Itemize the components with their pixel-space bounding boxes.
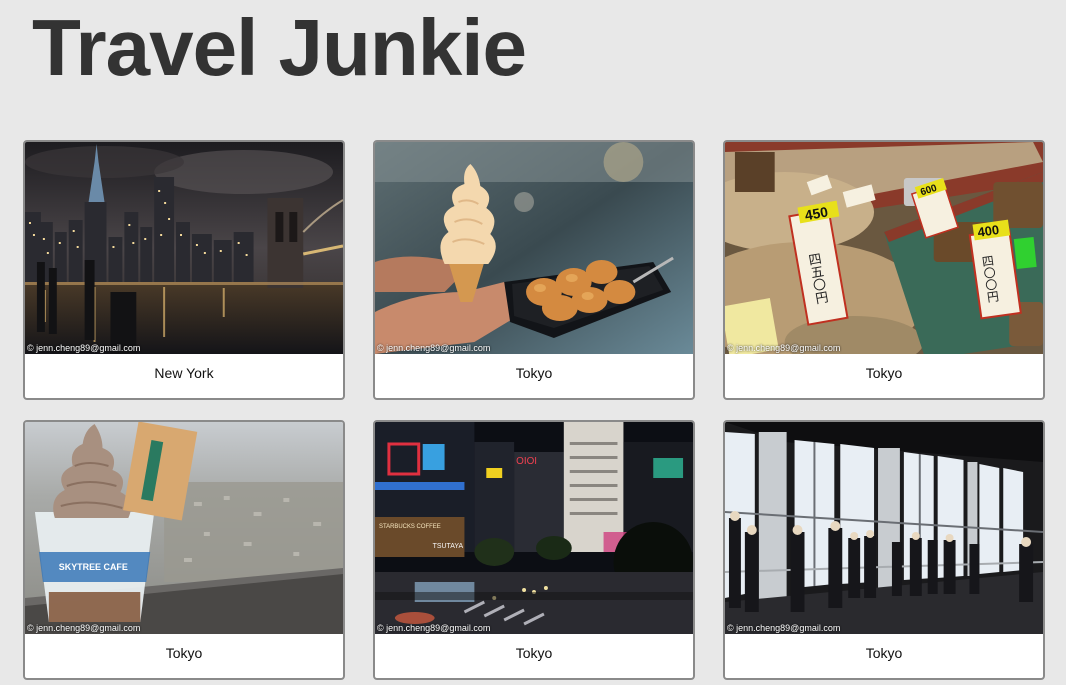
gallery-card-tokyo-market[interactable]: 450 四五〇円 600 400 四〇〇円 © jenn.cheng89@gma…	[723, 140, 1045, 400]
shibuya-photo-image: OIOI STARBUCKS COFFEE TSUTAYA	[375, 422, 693, 634]
photo-fish-market[interactable]: 450 四五〇円 600 400 四〇〇円 © jenn.cheng89@gma…	[725, 142, 1043, 354]
photo-credit: © jenn.cheng89@gmail.com	[727, 343, 841, 353]
page: Travel Junkie © jenn.cheng89@gmail.com N…	[0, 0, 1066, 685]
photo-observation-deck[interactable]: © jenn.cheng89@gmail.com	[725, 422, 1043, 634]
photo-new-york[interactable]: © jenn.cheng89@gmail.com	[25, 142, 343, 354]
photo-gallery: © jenn.cheng89@gmail.com New York © jenn…	[23, 140, 1047, 680]
gallery-card-tokyo-shibuya[interactable]: OIOI STARBUCKS COFFEE TSUTAYA © jenn.che…	[373, 420, 695, 680]
svg-text:TSUTAYA: TSUTAYA	[433, 543, 464, 550]
svg-text:400: 400	[977, 222, 1000, 240]
photo-credit: © jenn.cheng89@gmail.com	[377, 343, 491, 353]
card-caption: Tokyo	[865, 365, 903, 381]
photo-skytree-cafe-soft-serve[interactable]: SKYTREE CAFE © jenn.cheng89@gmail.com	[25, 422, 343, 634]
observation-deck-photo-image	[725, 422, 1043, 634]
site-title: Travel Junkie	[32, 3, 527, 92]
svg-text:SKYTREE CAFE: SKYTREE CAFE	[59, 562, 128, 572]
svg-text:STARBUCKS COFFEE: STARBUCKS COFFEE	[379, 524, 441, 530]
skytree-cafe-photo-image: SKYTREE CAFE	[25, 422, 343, 634]
new-york-photo-image	[25, 142, 343, 354]
gallery-card-tokyo-ice-cream-takoyaki[interactable]: © jenn.cheng89@gmail.com Tokyo	[373, 140, 695, 400]
card-caption: Tokyo	[165, 645, 203, 661]
card-caption: Tokyo	[515, 365, 553, 381]
photo-credit: © jenn.cheng89@gmail.com	[27, 343, 141, 353]
photo-credit: © jenn.cheng89@gmail.com	[377, 623, 491, 633]
card-caption: Tokyo	[865, 645, 903, 661]
svg-text:OIOI: OIOI	[516, 456, 537, 467]
fish-market-photo-image: 450 四五〇円 600 400 四〇〇円	[725, 142, 1043, 354]
gallery-card-new-york[interactable]: © jenn.cheng89@gmail.com New York	[23, 140, 345, 400]
photo-shibuya-crossing[interactable]: OIOI STARBUCKS COFFEE TSUTAYA © jenn.che…	[375, 422, 693, 634]
ice-cream-takoyaki-photo-image	[375, 142, 693, 354]
gallery-card-tokyo-skytree-cafe[interactable]: SKYTREE CAFE © jenn.cheng89@gmail.com To…	[23, 420, 345, 680]
photo-credit: © jenn.cheng89@gmail.com	[727, 623, 841, 633]
gallery-card-tokyo-observation-deck[interactable]: © jenn.cheng89@gmail.com Tokyo	[723, 420, 1045, 680]
photo-ice-cream-takoyaki[interactable]: © jenn.cheng89@gmail.com	[375, 142, 693, 354]
photo-credit: © jenn.cheng89@gmail.com	[27, 623, 141, 633]
card-caption: New York	[154, 365, 214, 381]
card-caption: Tokyo	[515, 645, 553, 661]
